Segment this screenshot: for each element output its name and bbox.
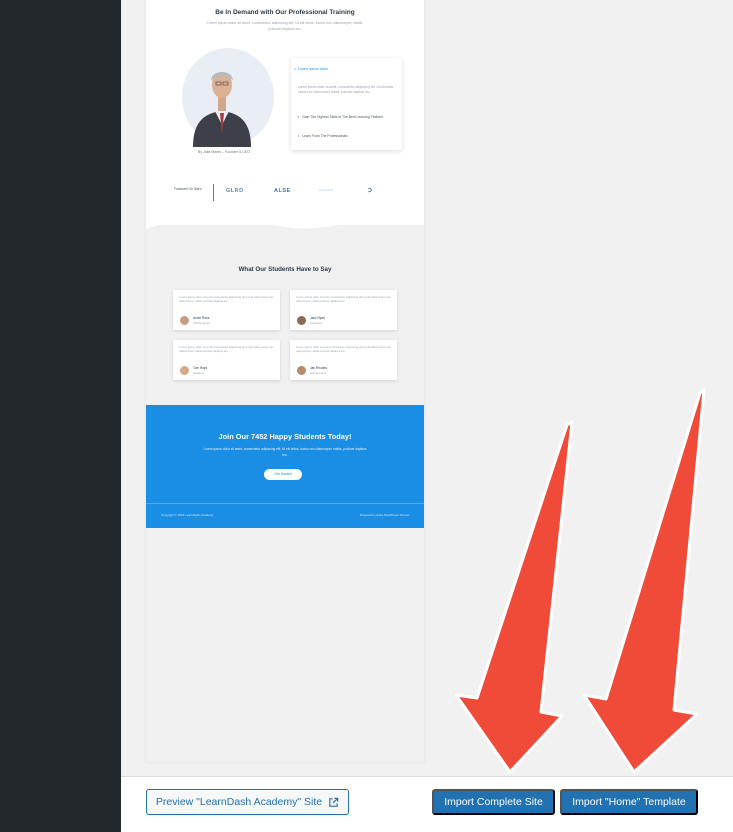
features-body: Lorem ipsum dolor sit amet, consectetur … (298, 85, 394, 94)
logo-strip: Featured On Sites GLRD ALSE ~~~~ Ↄ (146, 183, 424, 203)
testimonial-card: Lorem ipsum dolor sit amet consectetur a… (290, 290, 397, 330)
cta-subtitle: Lorem ipsum dolor sit amet, consectetur … (203, 447, 367, 457)
testimonial-text: Lorem ipsum dolor sit amet consectetur a… (296, 295, 391, 304)
features-card: ✓ Lorem ipsum dolor Lorem ipsum dolor si… (291, 58, 402, 150)
avatar (297, 316, 306, 325)
hero-subtitle: Lorem ipsum dolor sit amet, consectetur … (206, 21, 364, 31)
preview-site-button[interactable]: Preview "LearnDash Academy" Site (146, 789, 349, 815)
testimonial-text: Lorem ipsum dolor sit amet consectetur a… (296, 345, 391, 354)
testimonial-name: Jan Rhodes (310, 366, 328, 370)
import-complete-site-button[interactable]: Import Complete Site (432, 789, 555, 815)
avatar (297, 366, 306, 375)
feature-item: Learn From The Professionals (298, 134, 348, 138)
testimonial-role: Designer (193, 371, 205, 375)
features-head: Lorem ipsum dolor (298, 67, 328, 71)
logos-label: Featured On Sites (174, 187, 202, 191)
import-home-template-button[interactable]: Import "Home" Template (560, 789, 698, 815)
admin-sidebar (0, 0, 121, 832)
partner-logo: ~~~~ (319, 188, 334, 194)
testimonial-text: Lorem ipsum dolor sit amet consectetur a… (179, 295, 274, 304)
testimonial-card: Lorem ipsum dolor sit amet consectetur a… (173, 290, 280, 330)
cta-button: Get Started (264, 469, 302, 480)
check-icon: ✓ (294, 67, 298, 71)
action-bar: Preview "LearnDash Academy" Site Import … (121, 776, 733, 832)
testimonial-role: Entrepreneur (310, 371, 327, 375)
testimonial-text: Lorem ipsum dolor sit amet consectetur a… (179, 345, 274, 354)
preview-site-label: Preview "LearnDash Academy" Site (155, 796, 323, 808)
avatar (180, 366, 189, 375)
testimonial-name: Annie Ross (193, 316, 210, 320)
main-panel: Be In Demand with Our Professional Train… (121, 0, 733, 832)
template-preview[interactable]: Be In Demand with Our Professional Train… (146, 0, 424, 762)
footer-divider (146, 503, 424, 504)
testimonials-title: What Our Students Have to Say (238, 266, 332, 273)
feature-item: Gain The Highest Skills In The Best Lear… (298, 115, 383, 119)
portrait-caption: By Jake Martin – Founder & CEO (198, 150, 250, 154)
section-wave (146, 205, 424, 229)
hero-section: Be In Demand with Our Professional Train… (146, 0, 424, 225)
hero-title: Be In Demand with Our Professional Train… (215, 9, 355, 16)
partner-logo: ALSE (274, 188, 291, 194)
partner-logo: Ↄ (368, 188, 373, 194)
avatar (180, 316, 189, 325)
testimonial-name: Tom Hays (193, 366, 208, 370)
testimonial-name: Jack Ryan (310, 316, 325, 320)
cta-title: Join Our 7452 Happy Students Today! (218, 432, 352, 441)
footer-copyright: Copyright © 2024 LearnDash Academy (161, 513, 214, 517)
testimonial-card: Lorem ipsum dolor sit amet consectetur a… (290, 340, 397, 380)
testimonial-role: Photographer (193, 321, 210, 325)
instructor-portrait (193, 72, 251, 147)
logos-divider (213, 184, 214, 201)
external-link-icon (329, 797, 339, 807)
cta-section: Join Our 7452 Happy Students Today! Lore… (146, 405, 424, 528)
footer-credit: Powered by Astra WordPress Theme (359, 513, 409, 517)
partner-logo: GLRD (226, 188, 244, 194)
testimonial-role: Developer (310, 321, 323, 325)
testimonial-card: Lorem ipsum dolor sit amet consectetur a… (173, 340, 280, 380)
